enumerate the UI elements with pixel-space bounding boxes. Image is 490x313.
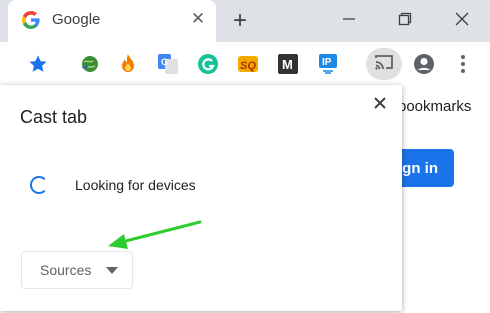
- bookmark-star-icon[interactable]: [26, 52, 50, 76]
- grammarly-icon[interactable]: [196, 52, 220, 76]
- bookmarks-link[interactable]: bookmarks: [398, 98, 471, 115]
- dialog-title: Cast tab: [20, 107, 88, 127]
- seo-label: SQ: [240, 60, 256, 72]
- sources-dropdown[interactable]: Sources: [21, 251, 133, 289]
- new-tab-button[interactable]: +: [228, 9, 252, 33]
- tab-title: Google: [52, 11, 101, 28]
- google-translate-icon[interactable]: G: [156, 52, 180, 76]
- restore-icon[interactable]: [390, 6, 420, 32]
- m-label: M: [282, 57, 293, 72]
- idm-globe-icon[interactable]: [78, 52, 102, 76]
- caret-down-icon: [106, 267, 118, 274]
- tab-strip: Google ✕ +: [0, 0, 490, 42]
- profile-icon[interactable]: [412, 52, 436, 76]
- close-window-icon[interactable]: [447, 6, 477, 32]
- ip-extension-icon[interactable]: IP: [316, 52, 340, 76]
- menu-icon[interactable]: [451, 52, 475, 76]
- cast-icon: [374, 53, 394, 76]
- flame-extension-icon[interactable]: [116, 52, 140, 76]
- toolbar: G SQ M IP: [0, 42, 490, 86]
- cast-button[interactable]: [366, 48, 402, 80]
- google-g-icon: [22, 11, 40, 29]
- device-search-status: Looking for devices: [75, 177, 196, 193]
- tab-google[interactable]: Google ✕: [8, 0, 216, 42]
- sources-label: Sources: [40, 262, 92, 278]
- browser-window: Google ✕ + G SQ M IP bookmarks gn in Cas…: [0, 0, 490, 313]
- minimize-icon[interactable]: [334, 6, 364, 32]
- close-icon[interactable]: [370, 93, 390, 113]
- cast-dialog: Cast tab Looking for devices Sources: [0, 85, 402, 311]
- tab-close-icon[interactable]: ✕: [188, 9, 208, 29]
- loading-spinner-icon: [30, 176, 48, 194]
- ip-label: IP: [322, 57, 332, 68]
- m-extension-icon[interactable]: M: [276, 52, 300, 76]
- translate-label: G: [161, 57, 168, 67]
- seo-extension-icon[interactable]: SQ: [236, 52, 260, 76]
